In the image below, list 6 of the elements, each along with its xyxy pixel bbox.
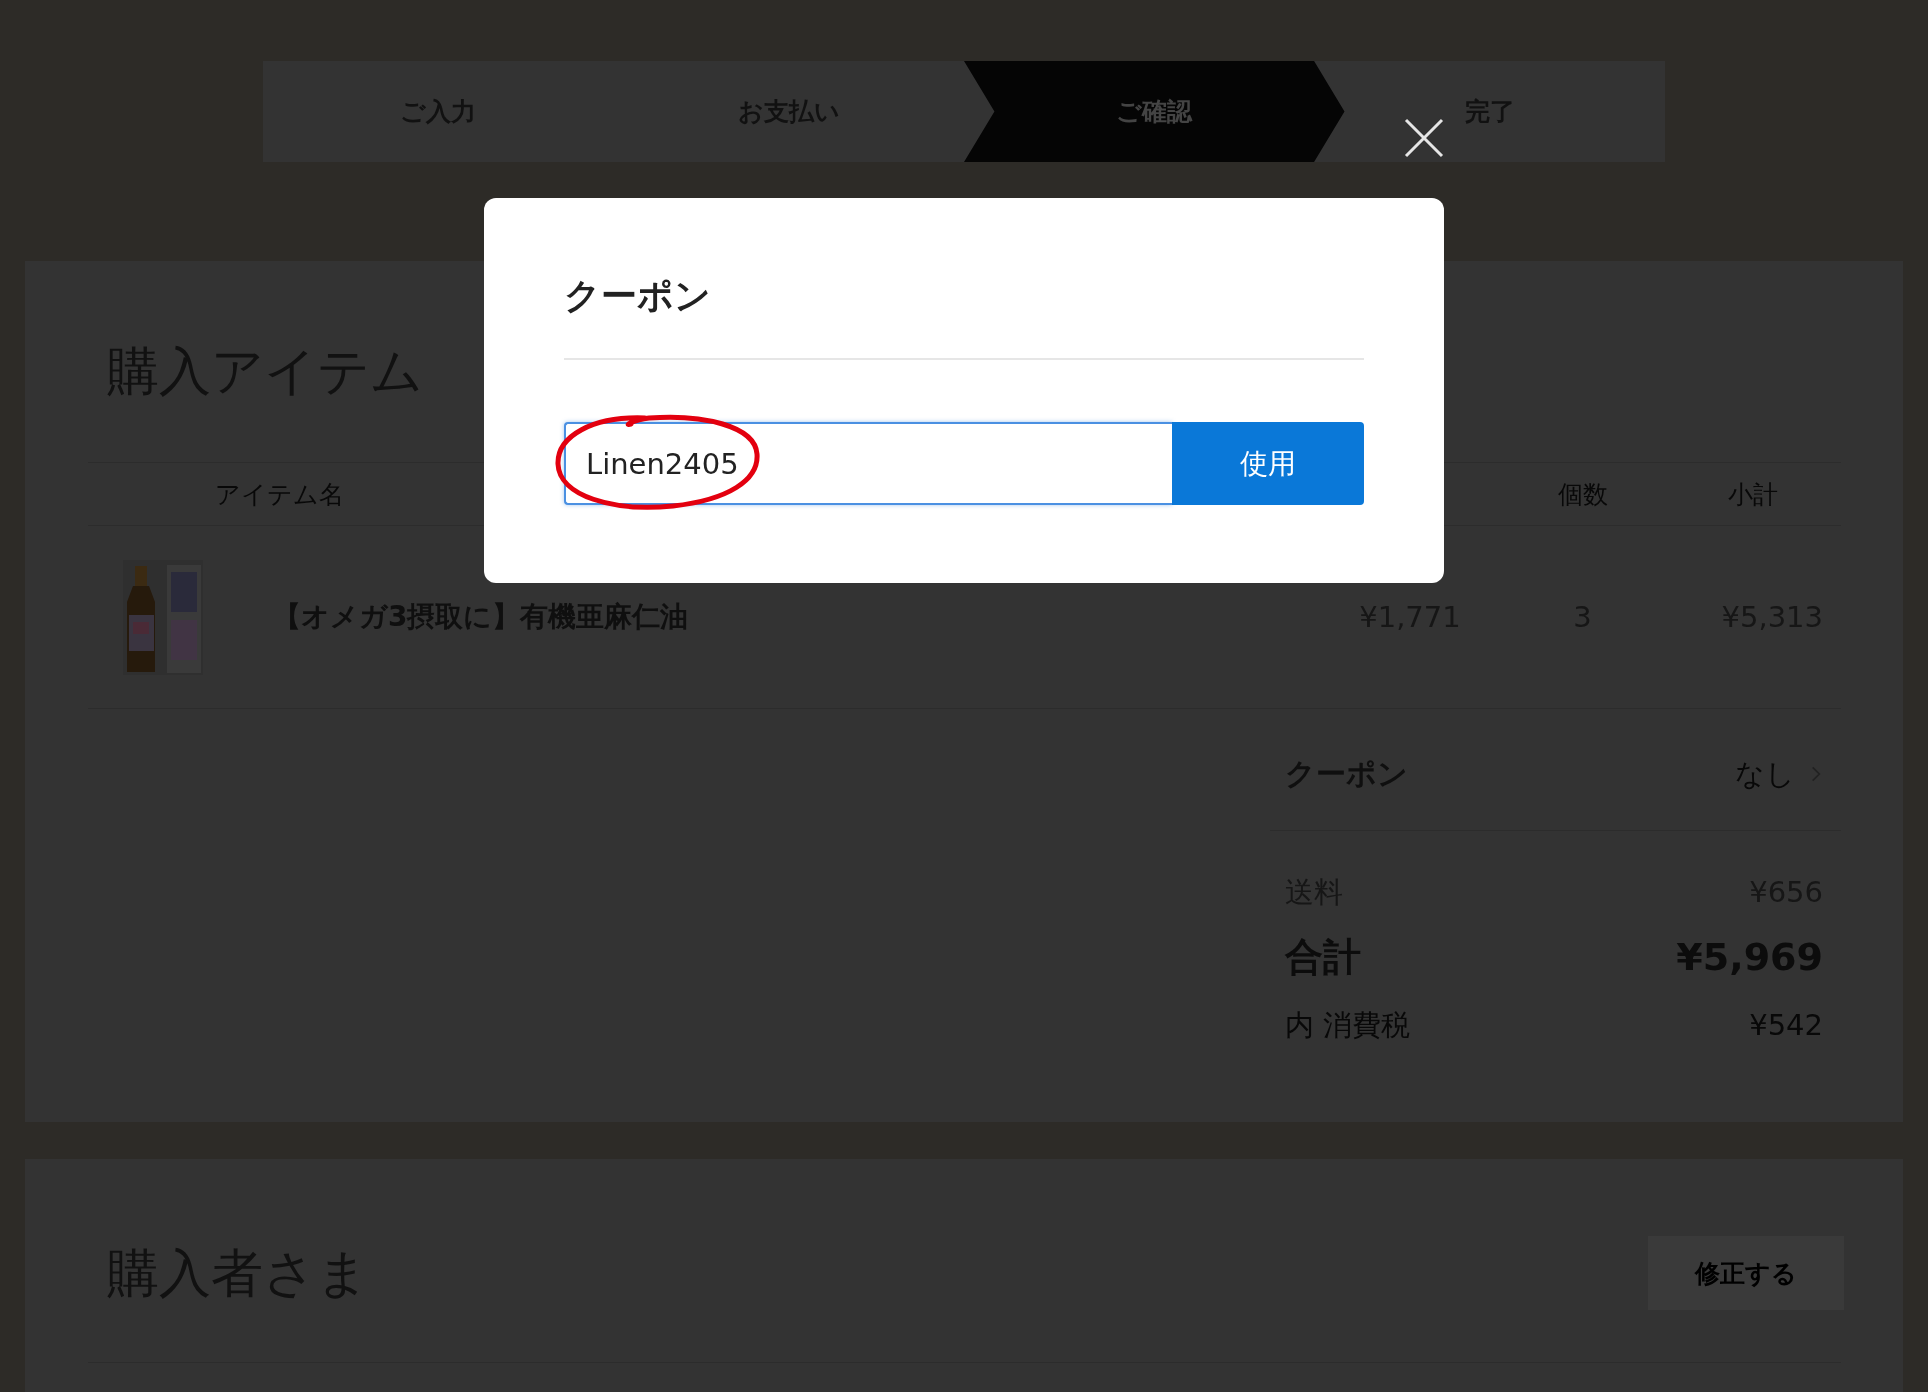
apply-button[interactable]: 使用 (1172, 422, 1364, 505)
close-icon (1402, 116, 1446, 160)
step-tab[interactable]: ご確認 (964, 61, 1345, 162)
coupon-input[interactable]: Linen2405 (564, 422, 1172, 505)
dialog-title: クーポン (564, 274, 1364, 360)
edit-button[interactable]: 修正する (1648, 1236, 1844, 1310)
